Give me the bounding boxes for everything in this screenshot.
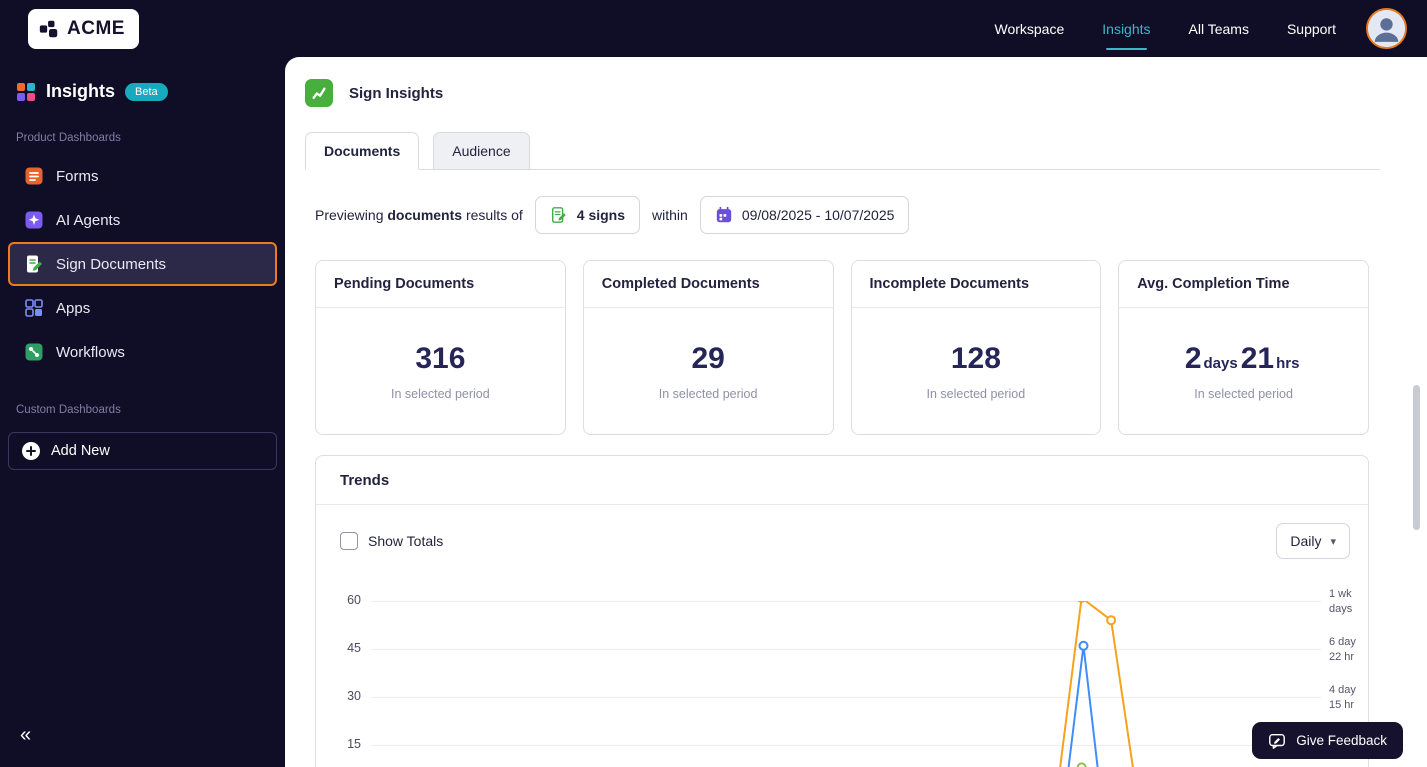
stat-caption: In selected period [658, 386, 758, 401]
page-title: Sign Insights [349, 84, 444, 102]
date-range-button[interactable]: 09/08/2025 - 10/07/2025 [699, 196, 910, 234]
tab-audience[interactable]: Audience [433, 132, 530, 170]
nav-all-teams[interactable]: All Teams [1189, 0, 1249, 57]
stat-value: 128 [950, 341, 1001, 375]
stat-caption: In selected period [391, 386, 490, 401]
within-label: within [652, 207, 688, 223]
trends-card: Trends Show Totals Daily ▾ 60 45 30 15 1… [315, 455, 1369, 767]
sidebar-item-label: AI Agents [56, 211, 121, 229]
signs-selector-label: 4 signs [576, 207, 626, 223]
nav-workspace[interactable]: Workspace [994, 0, 1064, 57]
top-navigation: Workspace Insights All Teams Support [994, 0, 1336, 57]
sidebar-item-workflows[interactable]: Workflows [8, 330, 277, 374]
user-icon [1368, 10, 1405, 47]
avatar[interactable] [1366, 8, 1407, 49]
stat-card-avg-completion-time: Avg. Completion Time 2 days 21 hrs In selec… [1118, 260, 1369, 435]
trends-chart: 60 45 30 15 1 wk days 6 day 22 hr 4 day … [316, 582, 1368, 767]
tabs: Documents Audience [305, 131, 1380, 170]
stat-value: 29 [691, 341, 725, 375]
sidebar-item-label: Forms [56, 167, 99, 185]
y-axis-right-tick: 1 wk days [1329, 588, 1353, 615]
feedback-icon [1268, 732, 1286, 750]
sidebar-title: Insights [46, 81, 116, 101]
acme-logo[interactable]: ACME [28, 8, 139, 49]
sign-insights-icon [305, 79, 333, 107]
nav-support[interactable]: Support [1287, 0, 1336, 57]
y-axis-tick: 60 [347, 593, 361, 607]
apps-icon [24, 298, 44, 318]
stat-card-pending: Pending Documents 316 In selected period [315, 260, 566, 435]
feedback-label: Give Feedback [1296, 733, 1387, 748]
nav-insights[interactable]: Insights [1102, 0, 1151, 57]
give-feedback-button[interactable]: Give Feedback [1252, 722, 1403, 759]
sidebar-item-label: Apps [56, 299, 91, 317]
y-axis-tick: 15 [347, 737, 361, 751]
stat-card-completed: Completed Documents 29 In selected perio… [582, 260, 834, 435]
interval-selected-label: Daily [1290, 533, 1322, 549]
trends-title: Trends [316, 456, 1368, 505]
y-axis-tick: 45 [347, 641, 361, 655]
sidebar: Insights Beta Product Dashboards Forms A… [0, 57, 285, 767]
acme-logo-icon [38, 18, 60, 40]
sidebar-item-sign-documents[interactable]: Sign Documents [8, 242, 277, 286]
stat-value: 2 days 21 hrs [1184, 341, 1300, 375]
sidebar-item-label: Workflows [56, 343, 125, 361]
sign-documents-icon [24, 254, 44, 274]
filter-text: Previewing documents results of [315, 207, 523, 223]
calendar-icon [715, 206, 733, 224]
forms-icon [24, 166, 44, 186]
ai-agents-icon [24, 210, 44, 230]
stat-card-title: Avg. Completion Time [1119, 261, 1368, 308]
sidebar-item-label: Sign Documents [56, 255, 167, 273]
stat-card-title: Completed Documents [583, 261, 833, 308]
show-totals-label: Show Totals [368, 533, 444, 549]
date-range-label: 09/08/2025 - 10/07/2025 [741, 207, 895, 223]
y-axis-right-tick: 6 day 22 hr [1329, 636, 1356, 663]
stat-value: 316 [415, 341, 466, 375]
collapse-sidebar-icon[interactable]: « [20, 724, 31, 747]
chevron-down-icon: ▾ [1330, 535, 1336, 548]
add-new-button[interactable]: Add New [8, 432, 277, 470]
sign-doc-icon [550, 206, 568, 224]
y-axis-tick: 30 [347, 689, 361, 703]
section-custom-dashboards: Custom Dashboards [16, 404, 121, 416]
stat-card-title: Pending Documents [316, 261, 565, 308]
sidebar-item-ai-agents[interactable]: AI Agents [8, 198, 277, 242]
workflows-icon [24, 342, 44, 362]
add-new-label: Add New [51, 443, 110, 459]
stat-caption: In selected period [1194, 386, 1293, 401]
stat-caption: In selected period [926, 386, 1026, 401]
checkbox-box[interactable] [340, 532, 358, 550]
sidebar-item-forms[interactable]: Forms [8, 154, 277, 198]
stat-card-incomplete: Incomplete Documents 128 In selected per… [850, 260, 1102, 435]
interval-select[interactable]: Daily ▾ [1276, 523, 1350, 559]
trends-chart-svg [1059, 601, 1134, 767]
topbar: ACME Workspace Insights All Teams Suppor… [0, 0, 1427, 57]
tab-documents[interactable]: Documents [305, 132, 420, 170]
scrollbar-thumb[interactable] [1413, 385, 1420, 530]
filter-row: Previewing documents results of 4 signs … [315, 196, 1369, 234]
show-totals-checkbox[interactable]: Show Totals [340, 532, 443, 550]
stat-cards: Pending Documents 316 In selected period… [315, 260, 1369, 435]
signs-selector-button[interactable]: 4 signs [534, 196, 641, 234]
plus-icon [21, 441, 41, 461]
y-axis-right-tick: 4 day 15 hr [1329, 684, 1356, 711]
section-product-dashboards: Product Dashboards [16, 132, 121, 144]
stat-card-title: Incomplete Documents [851, 261, 1101, 308]
insights-logo-icon [16, 82, 36, 102]
beta-badge: Beta [125, 82, 168, 101]
main-panel: Sign Insights Documents Audience Preview… [285, 57, 1427, 767]
sidebar-item-apps[interactable]: Apps [8, 286, 277, 330]
logo-text: ACME [67, 17, 125, 39]
